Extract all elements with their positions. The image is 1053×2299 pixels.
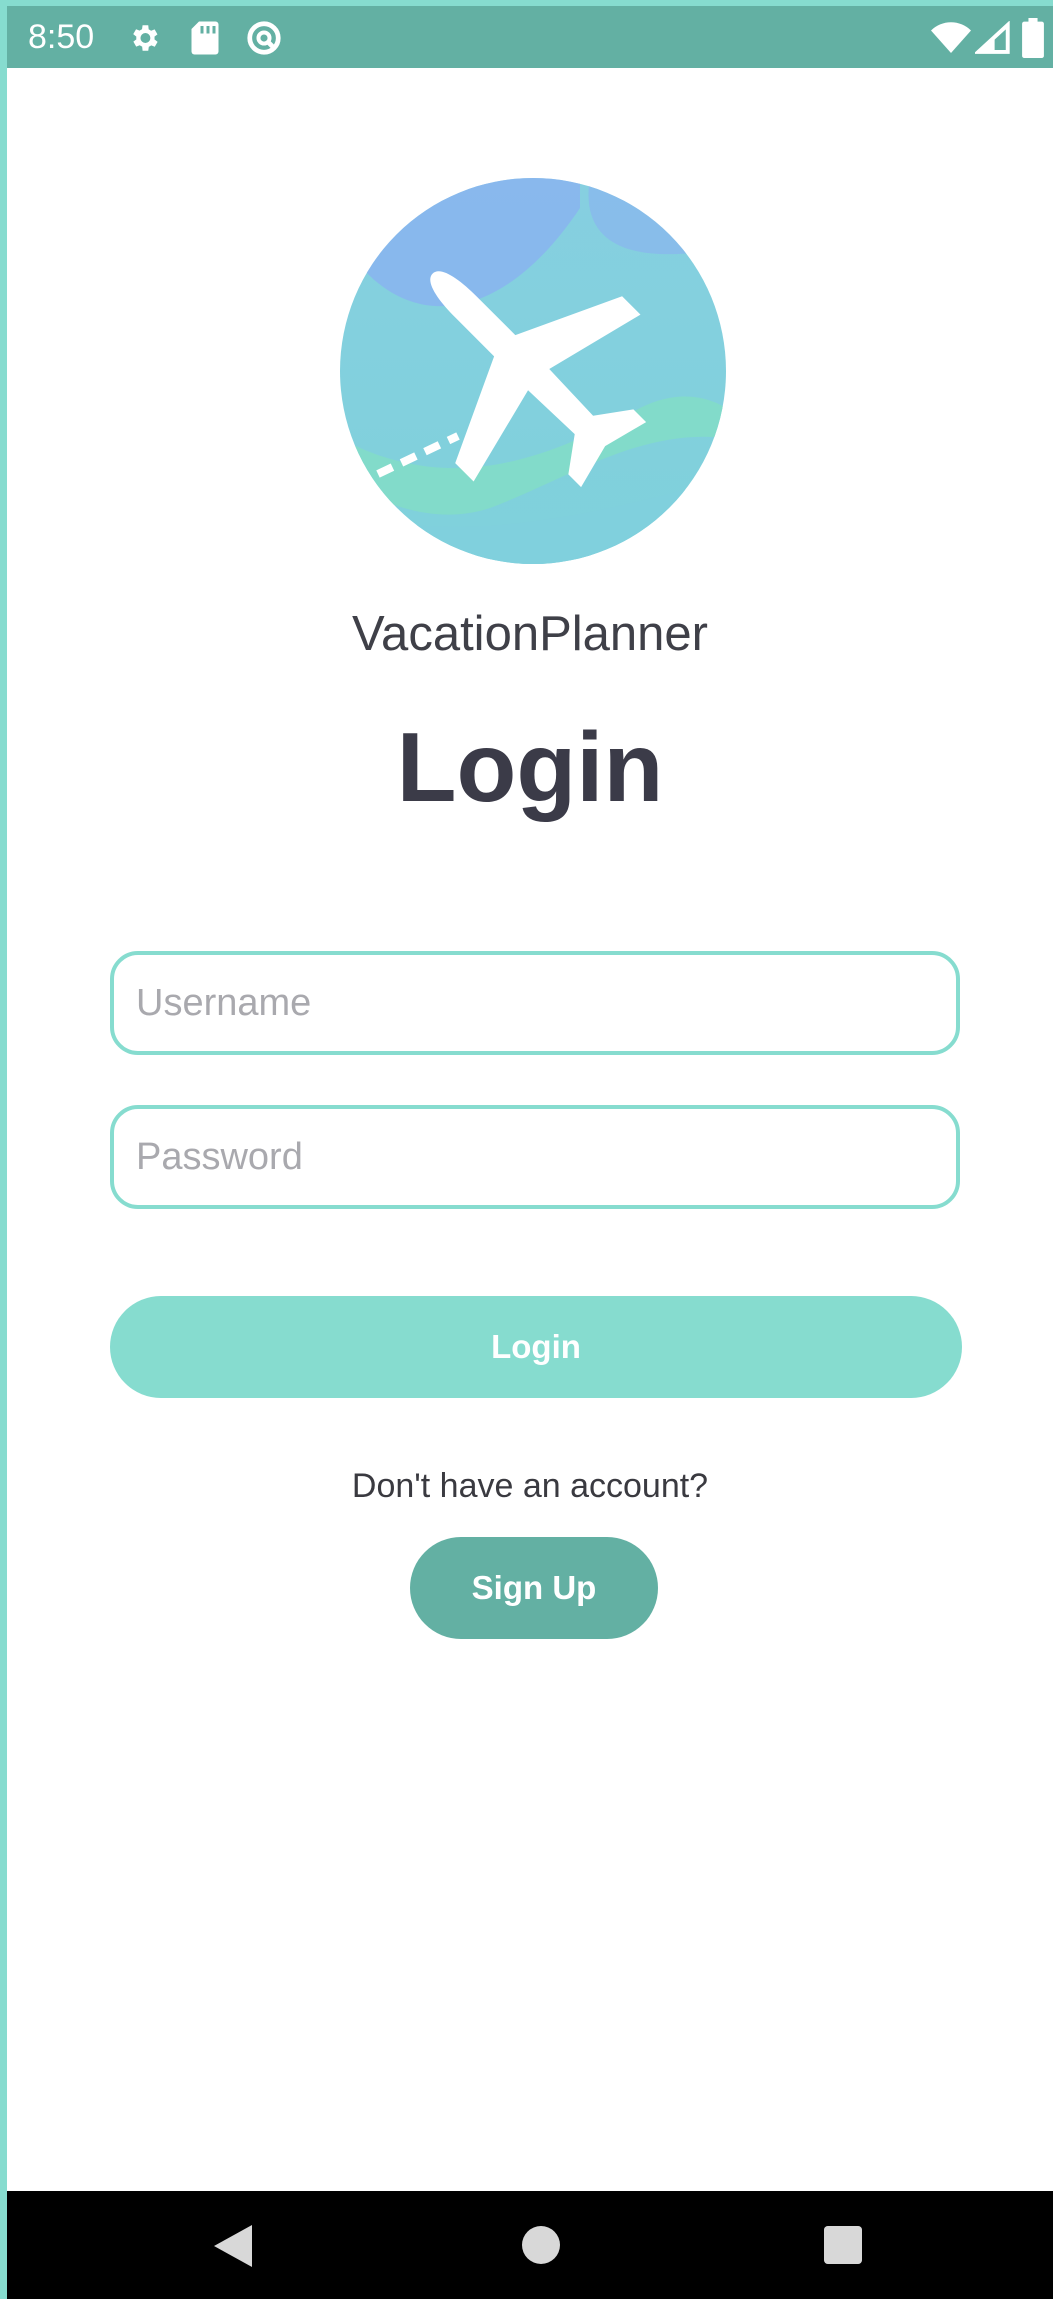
wifi-icon	[931, 22, 971, 53]
gear-icon	[133, 25, 158, 51]
username-input[interactable]	[110, 951, 960, 1055]
login-button[interactable]: Login	[110, 1296, 962, 1398]
status-time: 8:50	[28, 18, 95, 56]
password-input[interactable]	[110, 1105, 960, 1209]
page-title: Login	[396, 712, 664, 822]
recents-icon[interactable]	[824, 2226, 862, 2264]
sign-up-button[interactable]: Sign Up	[410, 1537, 658, 1639]
account-prompt: Don't have an account?	[351, 1467, 709, 1505]
signal-icon	[975, 21, 1010, 54]
app-name: VacationPlanner	[352, 607, 708, 661]
navigation-bar	[7, 2191, 1053, 2299]
home-icon[interactable]	[522, 2226, 560, 2264]
sd-card-icon	[191, 21, 219, 55]
status-bar: 8:50	[7, 6, 1053, 68]
airplane-icon	[340, 178, 726, 564]
battery-icon	[1022, 18, 1044, 58]
back-icon[interactable]	[214, 2225, 254, 2267]
data-saver-icon	[247, 21, 281, 55]
screen: 8:50 VacationPlanner Login Username Logi…	[7, 6, 1053, 2299]
